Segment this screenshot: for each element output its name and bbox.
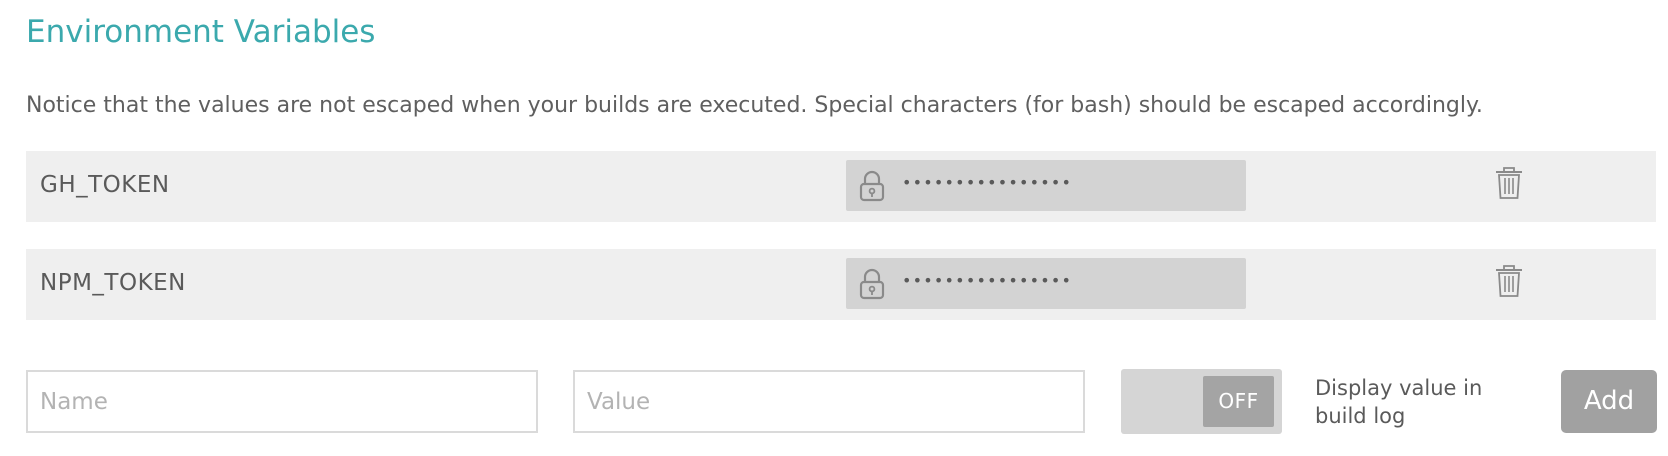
env-var-value: ••••••••••••••••: [846, 258, 1246, 309]
add-button[interactable]: Add: [1561, 370, 1657, 433]
notice-text: Notice that the values are not escaped w…: [26, 93, 1483, 118]
name-input[interactable]: [26, 370, 538, 433]
page-title: Environment Variables: [26, 14, 376, 50]
lock-icon: [859, 170, 885, 202]
trash-icon[interactable]: [1494, 264, 1524, 298]
env-var-row: GH_TOKEN ••••••••••••••••: [26, 151, 1656, 222]
env-var-row: NPM_TOKEN ••••••••••••••••: [26, 249, 1656, 320]
masked-value: ••••••••••••••••: [902, 271, 1073, 290]
display-value-toggle[interactable]: OFF: [1121, 369, 1282, 434]
env-var-name: NPM_TOKEN: [40, 270, 186, 296]
value-input[interactable]: [573, 370, 1085, 433]
lock-icon: [859, 268, 885, 300]
trash-icon[interactable]: [1494, 166, 1524, 200]
env-var-value: ••••••••••••••••: [846, 160, 1246, 211]
masked-value: ••••••••••••••••: [902, 173, 1073, 192]
env-var-name: GH_TOKEN: [40, 172, 170, 198]
display-value-label: Display value in build log: [1315, 376, 1483, 428]
toggle-state-label: OFF: [1203, 376, 1274, 427]
